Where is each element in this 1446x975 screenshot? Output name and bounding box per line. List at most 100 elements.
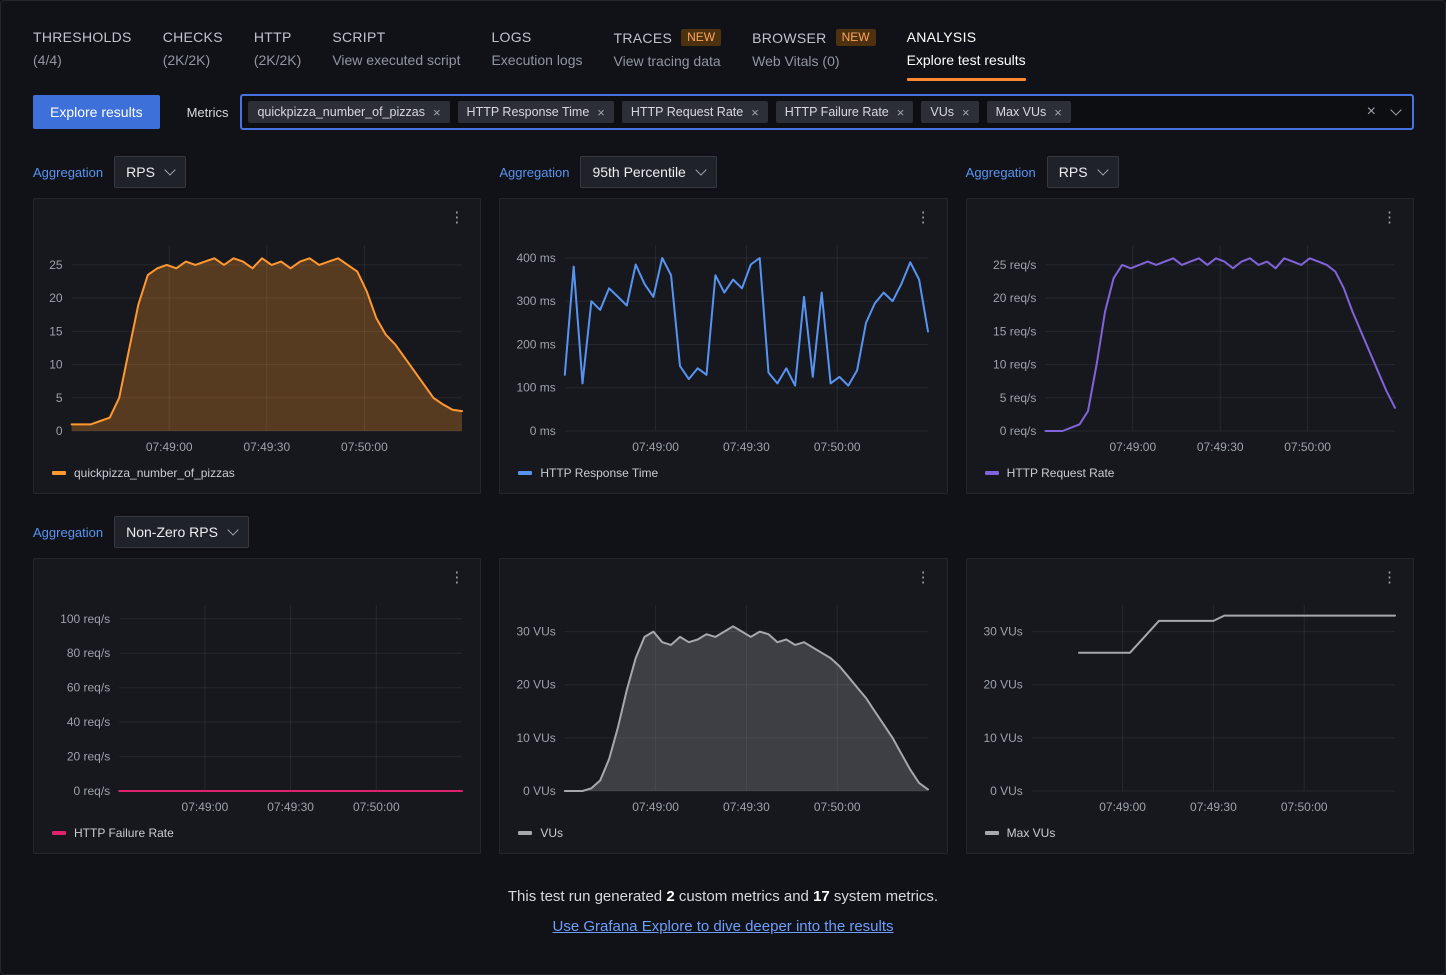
legend-swatch bbox=[52, 471, 66, 475]
system-metrics-count: 17 bbox=[813, 888, 830, 905]
tab-analysis[interactable]: ANALYSIS Explore test results bbox=[907, 29, 1026, 81]
chart-panel-max-vus: ⋮ 0 VUs10 VUs20 VUs30 VUs07:49:0007:49:3… bbox=[966, 558, 1414, 854]
chevron-down-icon[interactable] bbox=[1390, 104, 1401, 115]
chevron-down-icon bbox=[227, 524, 238, 535]
panel-menu-icon[interactable]: ⋮ bbox=[912, 566, 935, 588]
chart-quickpizza-number-of-pizzas[interactable]: 051015202507:49:0007:49:3007:50:00 bbox=[42, 233, 472, 457]
chart-http-response-time[interactable]: 0 ms100 ms200 ms300 ms400 ms07:49:0007:4… bbox=[508, 233, 938, 457]
svg-text:80 req/s: 80 req/s bbox=[67, 646, 110, 660]
grafana-explore-link[interactable]: Use Grafana Explore to dive deeper into … bbox=[552, 918, 893, 935]
aggregation-label: Aggregation bbox=[33, 165, 103, 180]
metric-chip: VUs× bbox=[921, 101, 978, 123]
remove-metric-icon[interactable]: × bbox=[897, 106, 905, 119]
tab-subtitle: View tracing data bbox=[614, 53, 722, 69]
svg-text:10 VUs: 10 VUs bbox=[517, 731, 556, 745]
chart-max-vus[interactable]: 0 VUs10 VUs20 VUs30 VUs07:49:0007:49:300… bbox=[975, 593, 1405, 817]
chevron-down-icon bbox=[695, 164, 706, 175]
remove-metric-icon[interactable]: × bbox=[962, 106, 970, 119]
svg-text:07:49:00: 07:49:00 bbox=[1099, 800, 1146, 814]
legend-label: Max VUs bbox=[1007, 826, 1056, 840]
aggregation-value: RPS bbox=[126, 164, 155, 180]
svg-text:10 VUs: 10 VUs bbox=[983, 731, 1022, 745]
legend-swatch bbox=[985, 471, 999, 475]
chevron-down-icon bbox=[1097, 164, 1108, 175]
tab-subtitle: (4/4) bbox=[33, 52, 132, 68]
svg-text:07:49:30: 07:49:30 bbox=[723, 800, 770, 814]
aggregation-label: Aggregation bbox=[33, 525, 103, 540]
chart-legend[interactable]: quickpizza_number_of_pizzas bbox=[42, 457, 472, 480]
chart-panel-vus: ⋮ 0 VUs10 VUs20 VUs30 VUs07:49:0007:49:3… bbox=[499, 558, 947, 854]
svg-text:07:50:00: 07:50:00 bbox=[353, 800, 400, 814]
summary-suffix: system metrics. bbox=[834, 888, 938, 905]
tab-title: BROWSER bbox=[752, 30, 826, 46]
aggregation-select-rps[interactable]: RPS bbox=[1047, 156, 1119, 188]
svg-text:40 req/s: 40 req/s bbox=[67, 715, 110, 729]
tab-traces[interactable]: TRACES NEW View tracing data bbox=[614, 29, 722, 81]
svg-text:0: 0 bbox=[56, 424, 63, 438]
metric-chip: quickpizza_number_of_pizzas × bbox=[248, 101, 449, 123]
svg-text:20 VUs: 20 VUs bbox=[517, 678, 556, 692]
aggregation-select-rps[interactable]: RPS bbox=[114, 156, 186, 188]
metric-chip-label: HTTP Failure Rate bbox=[785, 105, 889, 119]
aggregation-label: Aggregation bbox=[499, 165, 569, 180]
new-badge: NEW bbox=[836, 29, 876, 46]
svg-text:07:49:00: 07:49:00 bbox=[633, 800, 680, 814]
chart-legend[interactable]: Max VUs bbox=[975, 817, 1405, 840]
legend-label: HTTP Failure Rate bbox=[74, 826, 174, 840]
metrics-multiselect[interactable]: quickpizza_number_of_pizzas × HTTP Respon… bbox=[240, 94, 1414, 130]
active-tab-indicator bbox=[907, 78, 1026, 81]
chart-legend[interactable]: VUs bbox=[508, 817, 938, 840]
chart-http-request-rate[interactable]: 0 req/s5 req/s10 req/s15 req/s20 req/s25… bbox=[975, 233, 1405, 457]
clear-all-icon[interactable]: × bbox=[1367, 104, 1376, 120]
tab-subtitle: (2K/2K) bbox=[163, 52, 223, 68]
legend-label: VUs bbox=[540, 826, 563, 840]
chart-legend[interactable]: HTTP Response Time bbox=[508, 457, 938, 480]
aggregation-label: Aggregation bbox=[966, 165, 1036, 180]
svg-text:15 req/s: 15 req/s bbox=[993, 324, 1036, 338]
panel-menu-icon[interactable]: ⋮ bbox=[1378, 566, 1401, 588]
chart-http-failure-rate[interactable]: 0 req/s20 req/s40 req/s60 req/s80 req/s1… bbox=[42, 593, 472, 817]
remove-metric-icon[interactable]: × bbox=[751, 106, 759, 119]
tab-subtitle: Web Vitals (0) bbox=[752, 53, 875, 69]
remove-metric-icon[interactable]: × bbox=[433, 106, 441, 119]
svg-text:07:49:30: 07:49:30 bbox=[267, 800, 314, 814]
svg-text:07:50:00: 07:50:00 bbox=[1284, 440, 1331, 454]
panel-menu-icon[interactable]: ⋮ bbox=[445, 566, 468, 588]
tab-http[interactable]: HTTP (2K/2K) bbox=[254, 29, 301, 81]
tab-script[interactable]: SCRIPT View executed script bbox=[332, 29, 460, 81]
svg-text:30 VUs: 30 VUs bbox=[983, 625, 1022, 639]
svg-text:100 req/s: 100 req/s bbox=[60, 612, 110, 626]
legend-label: HTTP Request Rate bbox=[1007, 466, 1115, 480]
tab-logs[interactable]: LOGS Execution logs bbox=[491, 29, 582, 81]
aggregation-select-95th-percentile[interactable]: 95th Percentile bbox=[580, 156, 716, 188]
legend-swatch bbox=[518, 831, 532, 835]
svg-text:300 ms: 300 ms bbox=[517, 294, 556, 308]
tab-subtitle: (2K/2K) bbox=[254, 52, 301, 68]
svg-text:0 req/s: 0 req/s bbox=[74, 784, 111, 798]
metric-chip-label: quickpizza_number_of_pizzas bbox=[257, 105, 424, 119]
aggregation-select-non-zero-rps[interactable]: Non-Zero RPS bbox=[114, 516, 249, 548]
metric-chip: HTTP Response Time× bbox=[458, 101, 614, 123]
svg-text:07:49:00: 07:49:00 bbox=[1109, 440, 1156, 454]
panel-menu-icon[interactable]: ⋮ bbox=[912, 206, 935, 228]
chart-legend[interactable]: HTTP Request Rate bbox=[975, 457, 1405, 480]
remove-metric-icon[interactable]: × bbox=[1054, 106, 1062, 119]
aggregation-value: RPS bbox=[1059, 164, 1088, 180]
tab-subtitle: View executed script bbox=[332, 52, 460, 68]
legend-swatch bbox=[518, 471, 532, 475]
panel-menu-icon[interactable]: ⋮ bbox=[1378, 206, 1401, 228]
tab-browser[interactable]: BROWSER NEW Web Vitals (0) bbox=[752, 29, 875, 81]
explore-results-button[interactable]: Explore results bbox=[33, 95, 160, 129]
tab-thresholds[interactable]: THRESHOLDS (4/4) bbox=[33, 29, 132, 81]
new-badge: NEW bbox=[681, 29, 721, 46]
svg-text:20 VUs: 20 VUs bbox=[983, 678, 1022, 692]
chart-legend[interactable]: HTTP Failure Rate bbox=[42, 817, 472, 840]
svg-text:07:49:00: 07:49:00 bbox=[146, 440, 193, 454]
tab-checks[interactable]: CHECKS (2K/2K) bbox=[163, 29, 223, 81]
tab-title: ANALYSIS bbox=[907, 29, 977, 45]
remove-metric-icon[interactable]: × bbox=[597, 106, 605, 119]
chart-vus[interactable]: 0 VUs10 VUs20 VUs30 VUs07:49:0007:49:300… bbox=[508, 593, 938, 817]
panel-menu-icon[interactable]: ⋮ bbox=[445, 206, 468, 228]
chart-row-2: ⋮ 0 req/s20 req/s40 req/s60 req/s80 req/… bbox=[33, 558, 1414, 854]
svg-text:5: 5 bbox=[56, 391, 63, 405]
